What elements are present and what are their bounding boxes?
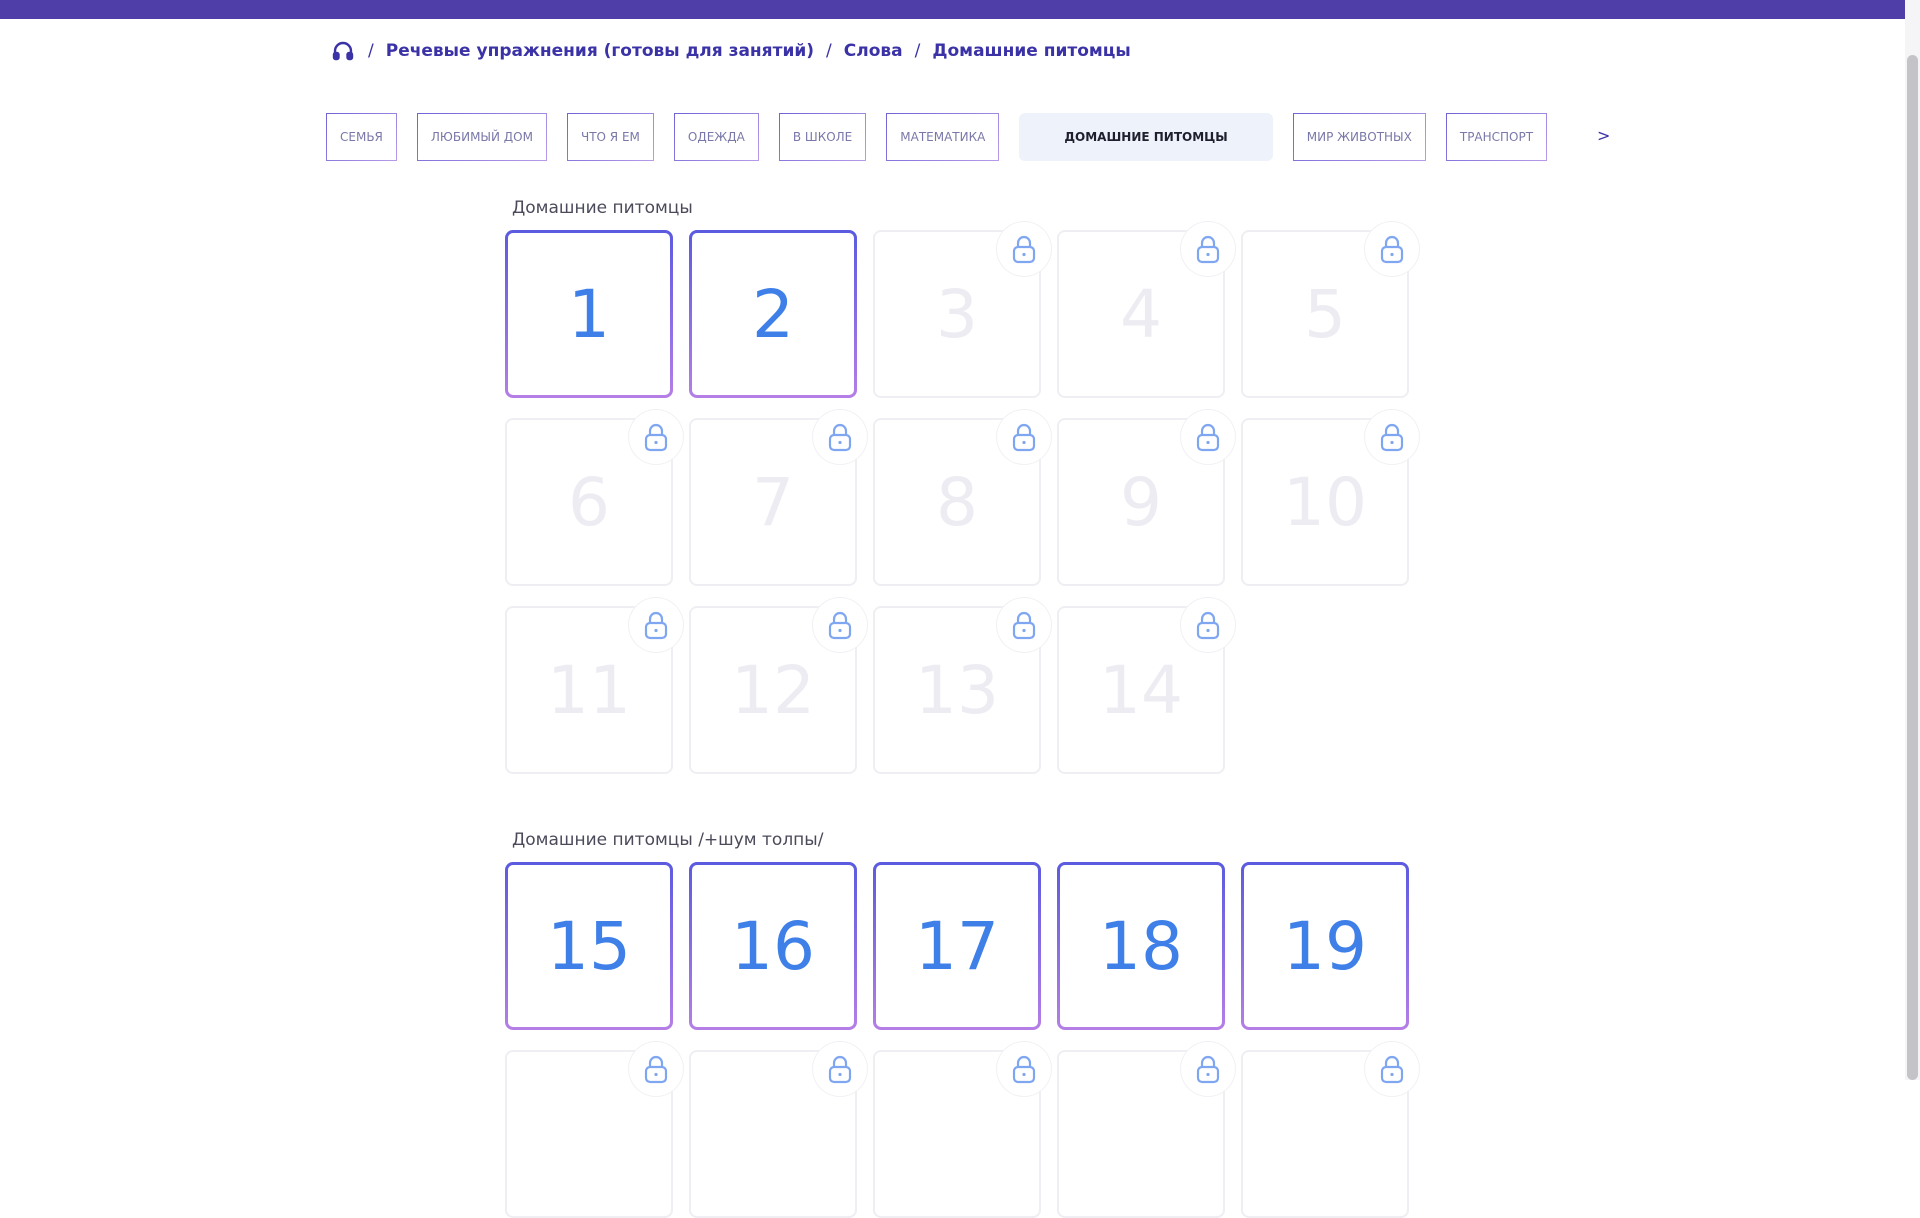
- exercise-card-locked: 7: [689, 410, 867, 586]
- top-bar: [0, 0, 1905, 19]
- category-tabs: СЕМЬЯ ЛЮБИМЫЙ ДОМ ЧТО Я ЕМ ОДЕЖДА В ШКОЛЕ МАТ…: [326, 113, 1590, 163]
- exercise-card-locked: [1241, 1042, 1419, 1218]
- exercise-card-locked: 8: [873, 410, 1051, 586]
- lock-icon: [629, 410, 683, 464]
- tab-3[interactable]: ОДЕЖДА: [673, 113, 759, 161]
- breadcrumb-separator: /: [826, 41, 832, 61]
- exercise-card-number: 9: [1120, 463, 1162, 541]
- exercise-card-number: 10: [1283, 463, 1367, 541]
- lock-icon: [1181, 222, 1235, 276]
- breadcrumb: / Речевые упражнения (готовы для занятий…: [330, 34, 1131, 68]
- exercise-card-locked: 6: [505, 410, 683, 586]
- exercise-card-locked: 10: [1241, 410, 1419, 586]
- exercise-card-locked: 9: [1057, 410, 1235, 586]
- lock-icon: [997, 1042, 1051, 1096]
- section-title-pets: Домашние питомцы: [512, 198, 693, 218]
- tab-1[interactable]: ЛЮБИМЫЙ ДОМ: [416, 113, 547, 161]
- lock-icon: [813, 598, 867, 652]
- exercise-card-locked: [689, 1042, 867, 1218]
- exercise-card-locked: [873, 1042, 1051, 1218]
- exercise-card-number: 3: [936, 275, 978, 353]
- exercise-card-locked: 5: [1241, 222, 1419, 398]
- lock-icon: [813, 1042, 867, 1096]
- lock-icon: [997, 598, 1051, 652]
- lock-icon: [1181, 598, 1235, 652]
- section-title-pets-crowd-noise: Домашние питомцы /+шум толпы/: [512, 830, 824, 850]
- breadcrumb-separator: /: [368, 41, 374, 61]
- exercise-card-locked: 4: [1057, 222, 1235, 398]
- exercise-card-number: 6: [568, 463, 610, 541]
- exercise-card[interactable]: 19: [1241, 862, 1409, 1030]
- exercise-card-locked: 11: [505, 598, 683, 774]
- lock-icon: [1181, 410, 1235, 464]
- exercise-card-number: 11: [547, 651, 631, 729]
- breadcrumb-speech-exercises[interactable]: Речевые упражнения (готовы для занятий): [386, 41, 814, 61]
- lock-icon: [629, 1042, 683, 1096]
- exercise-card-locked: 14: [1057, 598, 1235, 774]
- exercise-card-number: 5: [1304, 275, 1346, 353]
- exercise-card-number: 14: [1099, 651, 1183, 729]
- scrollbar-thumb[interactable]: [1907, 55, 1918, 1080]
- breadcrumb-separator: /: [914, 41, 921, 61]
- exercise-card-number: 4: [1120, 275, 1162, 353]
- exercise-card-number: 2: [752, 275, 794, 353]
- tab-6[interactable]: ДОМАШНИЕ ПИТОМЦЫ: [1019, 113, 1273, 161]
- exercise-card[interactable]: 18: [1057, 862, 1225, 1030]
- exercise-card-locked: 13: [873, 598, 1051, 774]
- lock-icon: [1365, 222, 1419, 276]
- exercise-card-number: 17: [915, 907, 999, 985]
- exercise-card-locked: [1057, 1042, 1235, 1218]
- lock-icon: [1365, 410, 1419, 464]
- lock-icon: [997, 222, 1051, 276]
- lock-icon: [629, 598, 683, 652]
- exercise-card-locked: 3: [873, 222, 1051, 398]
- tab-7[interactable]: МИР ЖИВОТНЫХ: [1292, 113, 1426, 161]
- tab-4[interactable]: В ШКОЛЕ: [778, 113, 867, 161]
- exercise-card-number: 13: [915, 651, 999, 729]
- lock-icon: [1181, 1042, 1235, 1096]
- exercise-card-number: 16: [731, 907, 815, 985]
- exercise-card-number: 8: [936, 463, 978, 541]
- headphones-icon[interactable]: [330, 38, 356, 64]
- exercise-card-locked: [505, 1042, 683, 1218]
- tab-2[interactable]: ЧТО Я ЕМ: [566, 113, 654, 161]
- tab-8[interactable]: ТРАНСПОРТ: [1445, 113, 1548, 161]
- exercise-card-number: 7: [752, 463, 794, 541]
- lock-icon: [813, 410, 867, 464]
- scrollbar[interactable]: [1905, 0, 1920, 1080]
- exercise-card-number: 19: [1283, 907, 1367, 985]
- exercise-card-number: 18: [1099, 907, 1183, 985]
- exercise-card-number: 15: [547, 907, 631, 985]
- tab-5[interactable]: МАТЕМАТИКА: [886, 113, 1000, 161]
- lock-icon: [1365, 1042, 1419, 1096]
- exercise-card[interactable]: 2: [689, 230, 857, 398]
- breadcrumb-current-pets: Домашние питомцы: [932, 41, 1131, 61]
- tab-0[interactable]: СЕМЬЯ: [326, 113, 397, 161]
- lock-icon: [997, 410, 1051, 464]
- exercise-card[interactable]: 1: [505, 230, 673, 398]
- breadcrumb-words[interactable]: Слова: [844, 41, 903, 61]
- tabs-next-arrow[interactable]: >: [1597, 126, 1610, 145]
- exercise-card[interactable]: 16: [689, 862, 857, 1030]
- exercise-card-locked: 12: [689, 598, 867, 774]
- exercise-card[interactable]: 17: [873, 862, 1041, 1030]
- exercise-card[interactable]: 15: [505, 862, 673, 1030]
- exercise-card-number: 1: [568, 275, 610, 353]
- exercise-card-number: 12: [731, 651, 815, 729]
